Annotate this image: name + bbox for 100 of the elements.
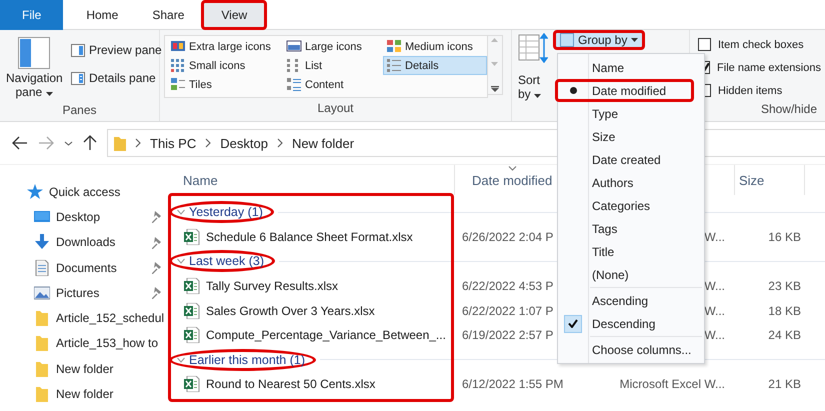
menu-item[interactable]: Type <box>555 102 707 125</box>
menu-item[interactable]: Date modified <box>555 79 694 102</box>
download-arrow-icon <box>34 234 50 250</box>
file-name[interactable]: Sales Growth Over 3 Years.xlsx <box>206 304 375 318</box>
type-cell: Microsoft Excel W... <box>620 377 725 392</box>
document-icon <box>34 260 50 276</box>
chevron-down-icon <box>177 258 185 264</box>
view-icon <box>286 39 302 54</box>
date-cell: 6/26/2022 2:04 P <box>462 230 554 244</box>
monitor-icon <box>34 208 50 225</box>
group-header[interactable]: Earlier this month (1) <box>169 348 316 371</box>
type-cell: W... <box>704 279 725 294</box>
date-cell: 6/12/2022 1:55 PM <box>462 377 564 392</box>
pane-layout-icon <box>18 37 50 69</box>
caret-icon <box>534 94 542 98</box>
size-cell: 24 KB <box>768 328 801 342</box>
layout-option[interactable]: Extra large icons <box>167 37 274 56</box>
expand-gallery-icon[interactable] <box>491 86 499 92</box>
date-cell: 6/22/2022 1:07 P <box>462 304 554 318</box>
column-header[interactable]: Date modified <box>472 169 552 191</box>
size-cell: 16 KB <box>768 230 801 244</box>
preview-pane-icon <box>71 44 85 56</box>
details-pane-button[interactable]: Details pane <box>68 69 165 87</box>
nav-item[interactable]: Downloads <box>0 230 166 255</box>
nav-item[interactable]: New folder <box>0 381 166 407</box>
breadcrumb[interactable]: Desktop <box>220 136 268 150</box>
column-header[interactable]: Size <box>739 169 764 191</box>
folder-icon <box>34 310 50 326</box>
sort-chevron-icon <box>508 166 518 171</box>
breadcrumb[interactable]: This PC <box>150 136 196 150</box>
size-cell: 18 KB <box>768 304 801 318</box>
picture-icon <box>34 284 50 301</box>
group-header[interactable]: Yesterday (1) <box>169 201 274 224</box>
menu-item[interactable]: Title <box>555 240 707 263</box>
chevron-down-icon <box>177 209 185 216</box>
group-title: Show/hide <box>760 102 818 118</box>
size-cell: 21 KB <box>768 377 801 392</box>
column-header[interactable]: Name <box>183 169 218 191</box>
group-by-button[interactable]: Group by <box>553 30 646 50</box>
navigation-pane-button[interactable]: Navigation pane <box>4 33 64 103</box>
view-icon <box>170 39 186 54</box>
up-arrow-icon[interactable] <box>83 135 97 151</box>
spreadsheet-icon <box>184 327 200 344</box>
back-arrow-icon[interactable] <box>12 136 28 150</box>
date-cell: 6/19/2022 2:57 P <box>462 328 554 342</box>
layout-option[interactable]: Medium icons <box>383 37 476 56</box>
folder-icon <box>34 335 50 352</box>
checkbox[interactable] <box>698 38 711 51</box>
date-cell: 6/22/2022 4:53 P <box>462 279 554 294</box>
nav-item[interactable]: New folder <box>0 356 166 382</box>
checkbox-label: File name extensions <box>717 62 821 74</box>
layout-option[interactable]: Details <box>383 56 487 75</box>
file-name[interactable]: Tally Survey Results.xlsx <box>206 279 338 294</box>
nav-item[interactable]: Article_152_schedul <box>0 305 166 331</box>
ribbon-tab[interactable]: View <box>201 0 268 30</box>
type-cell: W... <box>704 230 725 244</box>
view-icon <box>286 77 302 92</box>
ribbon-tab[interactable]: Home <box>69 0 136 30</box>
nav-item[interactable]: Article_153_how to <box>0 330 166 356</box>
folder-icon <box>34 360 50 377</box>
file-name[interactable]: Compute_Percentage_Variance_Between_... <box>206 328 446 342</box>
chevron-icon <box>276 138 283 148</box>
menu-item[interactable]: Choose columns... <box>555 338 707 361</box>
view-icon <box>170 58 186 73</box>
layout-option[interactable]: List <box>283 56 326 75</box>
folder-icon <box>114 135 126 151</box>
view-icon <box>386 58 402 73</box>
nav-item[interactable]: Desktop <box>0 204 166 230</box>
check-icon <box>568 319 578 328</box>
breadcrumb[interactable]: New folder <box>292 136 354 150</box>
nav-item[interactable]: Quick access <box>0 179 166 204</box>
nav-item[interactable]: Documents <box>0 254 166 280</box>
file-name[interactable]: Round to Nearest 50 Cents.xlsx <box>206 377 376 392</box>
layout-option[interactable]: Large icons <box>283 37 365 56</box>
menu-item[interactable]: Size <box>555 125 707 148</box>
view-icon <box>386 39 402 54</box>
menu-item[interactable]: Authors <box>555 171 707 194</box>
dropdown-icon[interactable] <box>64 140 73 146</box>
group-header[interactable]: Last week (3) <box>169 250 276 272</box>
file-name[interactable]: Schedule 6 Balance Sheet Format.xlsx <box>206 230 413 244</box>
layout-option[interactable]: Content <box>283 75 347 94</box>
layout-option[interactable]: Small icons <box>167 56 248 75</box>
menu-item[interactable]: Name <box>555 56 707 79</box>
caret-icon <box>46 92 53 96</box>
menu-item[interactable]: Date created <box>555 148 707 171</box>
checkbox-label: Item check boxes <box>718 38 804 50</box>
layout-option[interactable]: Tiles <box>167 75 215 94</box>
group-title: Panes <box>61 103 98 119</box>
sort-by-button[interactable]: Sort by <box>516 33 550 105</box>
spreadsheet-icon <box>184 302 200 319</box>
preview-pane-button[interactable]: Preview pane <box>68 41 165 59</box>
caret-icon <box>631 38 638 42</box>
ribbon-tab[interactable]: File <box>0 0 64 30</box>
nav-item[interactable]: Pictures <box>0 280 166 306</box>
menu-item[interactable]: Categories <box>555 194 707 217</box>
type-cell: W... <box>704 304 725 318</box>
view-icon <box>170 77 186 92</box>
ribbon-tab[interactable]: Share <box>135 0 202 30</box>
group-icon <box>560 33 574 47</box>
details-pane-icon <box>71 72 85 84</box>
